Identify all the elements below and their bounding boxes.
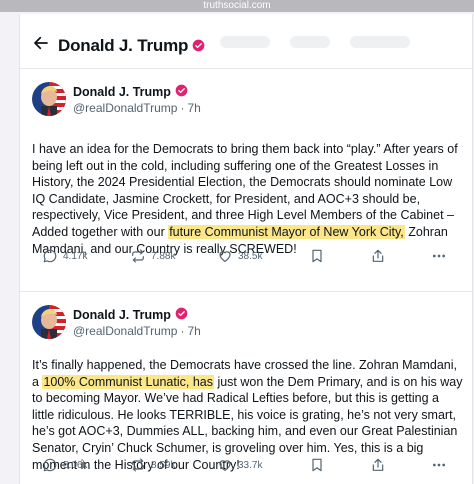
profile-header: Donald J. Trump [20,14,472,69]
share-button[interactable] [370,246,386,266]
reply-count: 4.17k [63,250,88,262]
avatar[interactable] [32,305,66,339]
post-text: I have an idea for the Democrats to brin… [32,141,464,257]
heart-icon [219,460,231,471]
post-time[interactable]: 7h [187,324,200,338]
more-button[interactable] [431,455,447,475]
post[interactable]: Donald J. Trump @realDonaldTrump · 7h It’s… [20,292,472,484]
bookmark-button[interactable] [309,246,325,266]
reply-button[interactable]: 4.17k [42,246,87,266]
header-faded-element [290,36,330,48]
share-button[interactable] [370,455,386,475]
reply-icon [43,249,57,263]
author-name[interactable]: Donald J. Trump [73,307,188,322]
author-meta: @realDonaldTrump · 7h [73,324,201,338]
more-icon [433,463,445,467]
avatar[interactable] [32,82,66,116]
reply-count: 5.06k [63,459,88,471]
post-actions: 4.17k 7.88k 38.5k [20,246,472,266]
reply-icon [43,458,57,472]
verified-badge-icon [175,307,188,320]
arrow-left-icon[interactable] [32,34,50,52]
post[interactable]: Donald J. Trump @realDonaldTrump · 7h I ha… [20,69,472,292]
post-time[interactable]: 7h [187,101,200,115]
author-meta: @realDonaldTrump · 7h [73,101,201,115]
retruth-count: 7.88k [151,250,176,262]
page-title-text: Donald J. Trump [58,36,189,55]
bookmark-icon [312,458,322,472]
highlighted-text: future Communist Mayor of New York City, [168,224,405,239]
header-faded-element [220,36,270,48]
highlighted-text: 100% Communist Lunatic, has [42,374,214,389]
author-name-text: Donald J. Trump [73,308,171,322]
author-name-text: Donald J. Trump [73,85,171,99]
like-button[interactable]: 38.5k [217,246,262,266]
like-count: 33.7k [238,459,263,471]
like-button[interactable]: 33.7k [217,455,262,475]
retruth-button[interactable]: 8.59k [130,455,175,475]
bookmark-button[interactable] [309,455,325,475]
more-button[interactable] [431,246,447,266]
share-icon [372,458,384,471]
more-icon [433,254,445,258]
retruth-icon [132,458,144,472]
like-count: 38.5k [238,250,263,262]
bookmark-icon [312,249,322,263]
retruth-count: 8.59k [151,459,176,471]
avatar-image [32,82,66,116]
author-handle[interactable]: @realDonaldTrump [73,324,177,338]
browser-url-bar[interactable]: truthsocial.com [0,0,474,12]
profile-panel: Donald J. Trump Donald J. Trump @realDon… [19,14,473,484]
share-icon [372,249,384,262]
avatar-image [32,305,66,339]
verified-badge-icon [192,39,205,52]
author-handle[interactable]: @realDonaldTrump [73,101,177,115]
page-title: Donald J. Trump [58,36,205,56]
author-name[interactable]: Donald J. Trump [73,84,188,99]
retruth-button[interactable]: 7.88k [130,246,175,266]
post-actions: 5.06k 8.59k 33.7k [20,455,472,475]
reply-button[interactable]: 5.06k [42,455,87,475]
header-faded-element [350,36,410,48]
verified-badge-icon [175,84,188,97]
heart-icon [219,251,231,262]
retruth-icon [132,249,144,263]
